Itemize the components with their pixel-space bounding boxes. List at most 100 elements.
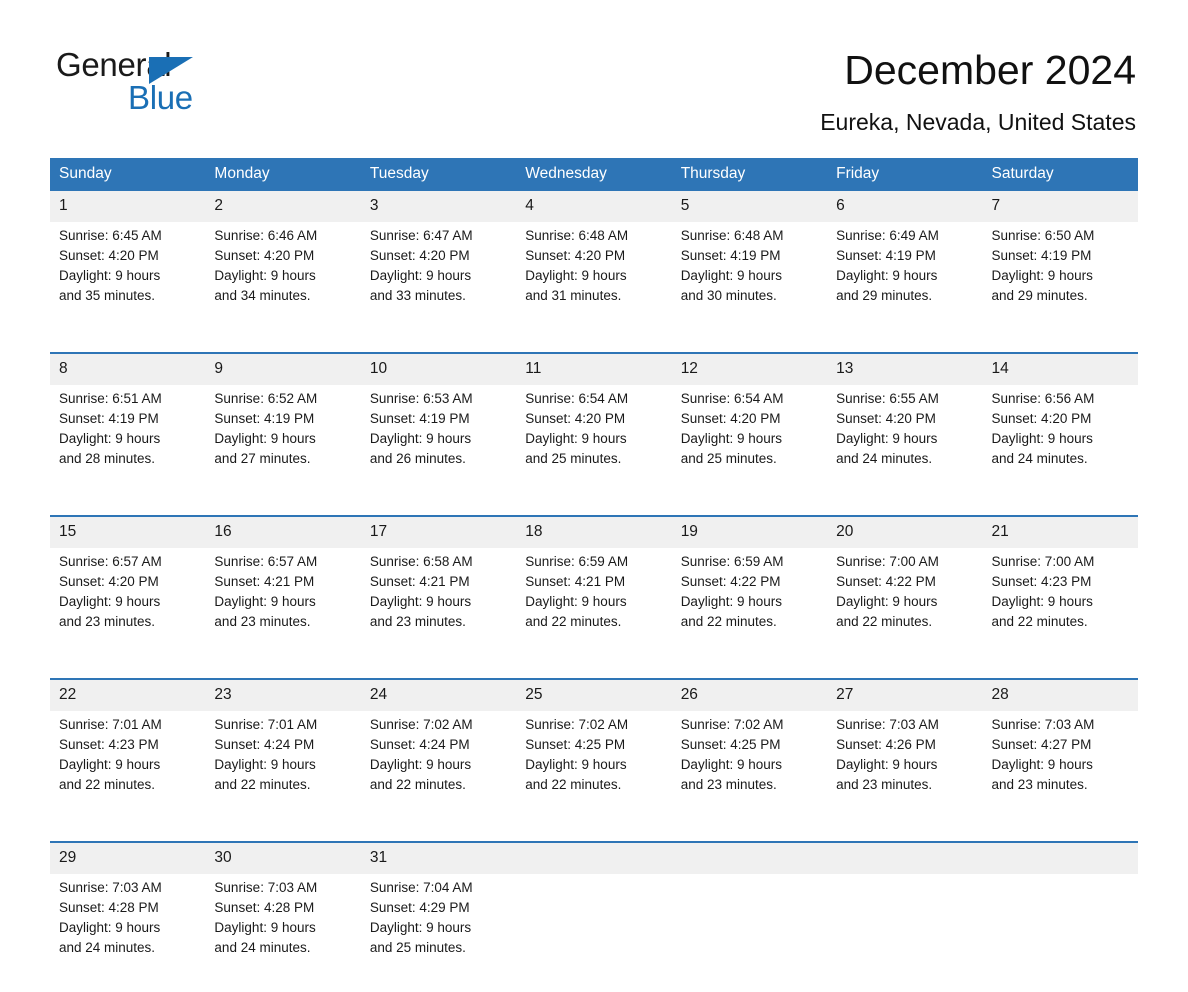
sunset-text: Sunset: 4:25 PM — [525, 737, 626, 752]
sunset-text: Sunset: 4:23 PM — [991, 574, 1092, 589]
sunset-text: Sunset: 4:22 PM — [836, 574, 936, 589]
day-cell-number[interactable]: 7 — [982, 191, 1138, 222]
sunset-text: Sunset: 4:20 PM — [991, 411, 1092, 426]
daylight-text-1: Daylight: 9 hours — [525, 594, 627, 609]
day-cell-number[interactable]: 18 — [516, 516, 672, 548]
daylight-text-2: and 23 minutes. — [214, 614, 311, 629]
day-cell-details: Sunrise: 6:52 AM Sunset: 4:19 PM Dayligh… — [205, 385, 360, 503]
daylight-text-1: Daylight: 9 hours — [59, 594, 161, 609]
day-cell-number[interactable]: 23 — [205, 679, 361, 711]
day-cell-number[interactable]: 9 — [205, 353, 361, 385]
daylight-text-2: and 22 minutes. — [59, 777, 156, 792]
sunset-text: Sunset: 4:24 PM — [369, 737, 470, 752]
day-cell-details: Sunrise: 6:54 AM Sunset: 4:20 PM Dayligh… — [516, 385, 671, 503]
day-cell-details: Sunrise: 7:03 AM Sunset: 4:28 PM Dayligh… — [205, 874, 360, 992]
sunset-text: Sunset: 4:29 PM — [369, 900, 470, 915]
day-cell-number[interactable]: 29 — [50, 842, 206, 874]
day-cell-number[interactable]: 8 — [50, 353, 206, 385]
day-cell-number[interactable]: 31 — [360, 842, 517, 874]
day-cell-number[interactable]: 3 — [360, 191, 517, 222]
page-title: December 2024 — [844, 47, 1136, 93]
week-separator-rule — [50, 503, 1138, 517]
day-cell-number[interactable]: 27 — [827, 679, 983, 711]
sunrise-text: Sunrise: 6:46 AM — [214, 228, 318, 243]
weekday-header-monday: Monday — [205, 158, 361, 191]
weekday-header-tuesday: Tuesday — [360, 158, 517, 191]
day-cell-details: Sunrise: 7:02 AM Sunset: 4:24 PM Dayligh… — [361, 711, 516, 829]
day-cell-number[interactable]: 30 — [205, 842, 361, 874]
sunset-text: Sunset: 4:20 PM — [836, 411, 936, 426]
sunrise-text: Sunrise: 6:47 AM — [369, 228, 473, 243]
sunrise-text: Sunrise: 7:03 AM — [59, 880, 162, 895]
day-cell-number[interactable]: 21 — [982, 516, 1138, 548]
day-cell-number[interactable]: 17 — [360, 516, 517, 548]
daylight-text-2: and 23 minutes. — [59, 614, 156, 629]
daylight-text-1: Daylight: 9 hours — [59, 431, 161, 446]
day-cell-number[interactable]: 1 — [50, 191, 206, 222]
sunrise-text: Sunrise: 7:03 AM — [214, 880, 318, 895]
generalblue-logo[interactable]: General Blue — [50, 46, 210, 118]
daylight-text-1: Daylight: 9 hours — [525, 431, 627, 446]
day-cell-number[interactable]: 24 — [360, 679, 517, 711]
sunset-text: Sunset: 4:20 PM — [214, 248, 315, 263]
day-cell-number[interactable]: 20 — [827, 516, 983, 548]
day-cell-number[interactable]: 14 — [982, 353, 1138, 385]
sunset-text: Sunset: 4:20 PM — [369, 248, 470, 263]
day-cell-number[interactable]: 25 — [516, 679, 672, 711]
daylight-text-1: Daylight: 9 hours — [59, 757, 161, 772]
daylight-text-2: and 31 minutes. — [525, 288, 622, 303]
week-5-daynumber-row: 29 30 31 — [50, 842, 1138, 874]
sunrise-text: Sunrise: 6:59 AM — [680, 554, 784, 569]
day-cell-details: Sunrise: 6:48 AM Sunset: 4:20 PM Dayligh… — [516, 222, 671, 340]
weekday-header-thursday: Thursday — [671, 158, 828, 191]
day-cell-number[interactable]: 16 — [205, 516, 361, 548]
sunset-text: Sunset: 4:20 PM — [525, 248, 626, 263]
daylight-text-1: Daylight: 9 hours — [214, 268, 316, 283]
day-cell-details: Sunrise: 6:53 AM Sunset: 4:19 PM Dayligh… — [361, 385, 516, 503]
day-cell-number[interactable]: 4 — [516, 191, 672, 222]
day-cell-details: Sunrise: 6:49 AM Sunset: 4:19 PM Dayligh… — [827, 222, 982, 340]
daylight-text-2: and 22 minutes. — [836, 614, 933, 629]
daylight-text-2: and 27 minutes. — [214, 451, 311, 466]
day-cell-number[interactable]: 22 — [50, 679, 206, 711]
sunset-text: Sunset: 4:28 PM — [214, 900, 315, 915]
sunset-text: Sunset: 4:23 PM — [59, 737, 159, 752]
day-cell-number[interactable]: 6 — [827, 191, 983, 222]
day-cell-number[interactable]: 2 — [205, 191, 361, 222]
daylight-text-1: Daylight: 9 hours — [369, 594, 472, 609]
day-cell-details: Sunrise: 6:45 AM Sunset: 4:20 PM Dayligh… — [50, 222, 205, 340]
daylight-text-1: Daylight: 9 hours — [214, 431, 316, 446]
sunrise-text: Sunrise: 7:03 AM — [836, 717, 939, 732]
sunrise-text: Sunrise: 6:54 AM — [525, 391, 629, 406]
day-cell-details-empty — [516, 874, 671, 992]
calendar-page: General Blue December 2024 Eureka, Nevad… — [0, 0, 1188, 955]
day-cell-number[interactable]: 28 — [982, 679, 1138, 711]
daylight-text-1: Daylight: 9 hours — [59, 920, 161, 935]
sunrise-text: Sunrise: 6:50 AM — [991, 228, 1095, 243]
weekday-header-saturday: Saturday — [982, 158, 1138, 191]
daylight-text-1: Daylight: 9 hours — [525, 268, 627, 283]
day-cell-number[interactable]: 15 — [50, 516, 206, 548]
sunrise-text: Sunrise: 6:54 AM — [680, 391, 784, 406]
daylight-text-1: Daylight: 9 hours — [680, 268, 782, 283]
day-cell-number[interactable]: 11 — [516, 353, 672, 385]
day-cell-number[interactable]: 5 — [671, 191, 828, 222]
day-cell-details: Sunrise: 7:03 AM Sunset: 4:28 PM Dayligh… — [50, 874, 205, 992]
daylight-text-1: Daylight: 9 hours — [991, 594, 1093, 609]
sunrise-text: Sunrise: 6:49 AM — [836, 228, 939, 243]
sunrise-text: Sunrise: 6:52 AM — [214, 391, 318, 406]
day-cell-number[interactable]: 19 — [671, 516, 828, 548]
sunrise-text: Sunrise: 6:57 AM — [214, 554, 318, 569]
daylight-text-2: and 24 minutes. — [836, 451, 933, 466]
sunset-text: Sunset: 4:20 PM — [680, 411, 781, 426]
day-cell-number[interactable]: 10 — [360, 353, 517, 385]
sunrise-text: Sunrise: 7:00 AM — [991, 554, 1095, 569]
day-cell-number[interactable]: 26 — [671, 679, 828, 711]
daylight-text-1: Daylight: 9 hours — [369, 431, 472, 446]
day-cell-details: Sunrise: 6:57 AM Sunset: 4:21 PM Dayligh… — [205, 548, 360, 666]
day-cell-number[interactable]: 12 — [671, 353, 828, 385]
sunrise-text: Sunrise: 6:45 AM — [59, 228, 162, 243]
daylight-text-2: and 24 minutes. — [991, 451, 1088, 466]
week-separator-rule — [50, 829, 1138, 843]
day-cell-number[interactable]: 13 — [827, 353, 983, 385]
